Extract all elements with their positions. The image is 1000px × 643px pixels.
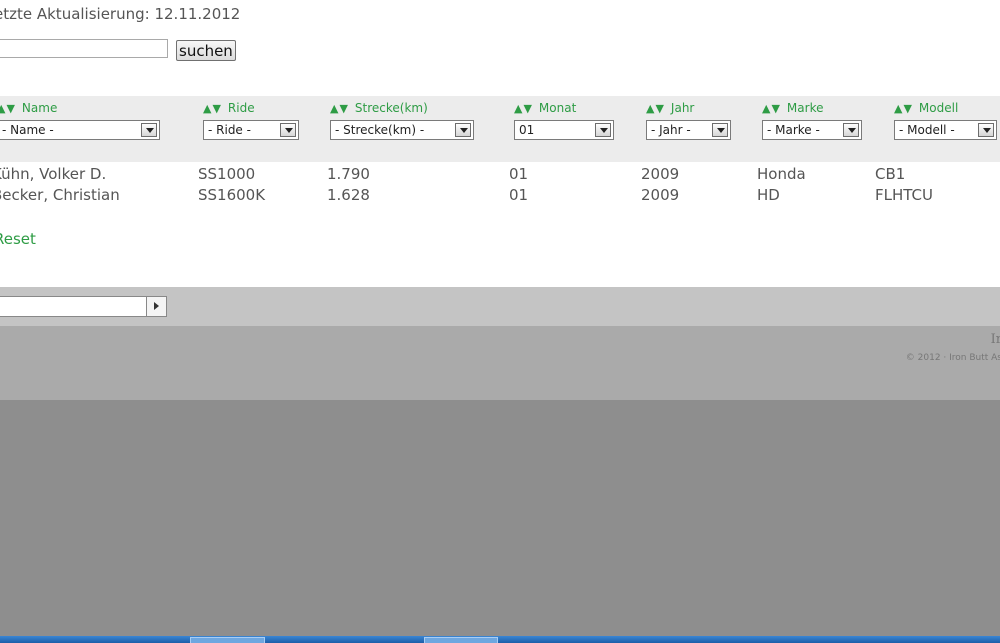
cell-strecke: 1.790 <box>327 165 370 183</box>
column-marke: ▲▼ Marke - Marke - <box>762 101 862 140</box>
chevron-down-icon[interactable] <box>141 123 157 137</box>
arrow-right-icon[interactable] <box>146 297 166 316</box>
sort-header-name[interactable]: ▲▼ Name <box>0 101 160 117</box>
taskbar-button[interactable] <box>190 637 265 643</box>
chevron-down-icon[interactable] <box>978 123 994 137</box>
cell-ride: SS1000 <box>198 165 256 183</box>
filter-select-jahr[interactable]: - Jahr - <box>646 120 731 140</box>
sort-header-modell[interactable]: ▲▼ Modell <box>894 101 997 117</box>
reset-link[interactable]: Reset <box>0 230 36 248</box>
filter-select-name[interactable]: - Name - <box>0 120 160 140</box>
filter-select-strecke[interactable]: - Strecke(km) - <box>330 120 474 140</box>
cell-name: Kühn, Volker D. <box>0 165 107 183</box>
search-button[interactable]: suchen <box>176 40 236 61</box>
last-update-text: etzte Aktualisierung: 12.11.2012 <box>0 5 241 23</box>
footer-copyright: © 2012 · Iron Butt As <box>905 353 1000 363</box>
filter-select-marke[interactable]: - Marke - <box>762 120 862 140</box>
column-name: ▲▼ Name - Name - <box>0 101 160 140</box>
sort-arrows-icon[interactable]: ▲▼ <box>646 102 665 115</box>
search-input[interactable] <box>0 39 168 58</box>
column-monat: ▲▼ Monat 01 <box>514 101 614 140</box>
page-background-lower <box>0 400 1000 636</box>
cell-monat: 01 <box>509 165 529 183</box>
cell-modell: FLHTCU <box>875 186 934 204</box>
sort-header-marke[interactable]: ▲▼ Marke <box>762 101 862 117</box>
filter-select-monat[interactable]: 01 <box>514 120 614 140</box>
sort-header-jahr[interactable]: ▲▼ Jahr <box>646 101 731 117</box>
sort-header-monat[interactable]: ▲▼ Monat <box>514 101 614 117</box>
cell-ride: SS1600K <box>198 186 266 204</box>
taskbar-button[interactable] <box>424 637 498 643</box>
sort-arrows-icon[interactable]: ▲▼ <box>762 102 781 115</box>
column-modell: ▲▼ Modell - Modell - <box>894 101 997 140</box>
sort-header-strecke[interactable]: ▲▼ Strecke(km) <box>330 101 474 117</box>
sort-arrows-icon[interactable]: ▲▼ <box>330 102 349 115</box>
sort-header-ride[interactable]: ▲▼ Ride <box>203 101 299 117</box>
chevron-down-icon[interactable] <box>280 123 296 137</box>
table-row: Kühn, Volker D. SS1000 1.790 01 2009 Hon… <box>0 165 1000 186</box>
sort-arrows-icon[interactable]: ▲▼ <box>0 102 16 115</box>
cell-marke: Honda <box>757 165 806 183</box>
cell-jahr: 2009 <box>641 186 680 204</box>
horizontal-scrollbar[interactable] <box>0 296 167 317</box>
footer-title: Ir <box>990 332 1000 347</box>
sort-arrows-icon[interactable]: ▲▼ <box>894 102 913 115</box>
chevron-down-icon[interactable] <box>712 123 728 137</box>
chevron-down-icon[interactable] <box>595 123 611 137</box>
cell-jahr: 2009 <box>641 165 680 183</box>
cell-name: Becker, Christian <box>0 186 120 204</box>
column-jahr: ▲▼ Jahr - Jahr - <box>646 101 731 140</box>
cell-strecke: 1.628 <box>327 186 370 204</box>
filter-select-modell[interactable]: - Modell - <box>894 120 997 140</box>
footer <box>0 326 1000 400</box>
chevron-down-icon[interactable] <box>455 123 471 137</box>
filter-select-ride[interactable]: - Ride - <box>203 120 299 140</box>
table-row: Becker, Christian SS1600K 1.628 01 2009 … <box>0 186 1000 207</box>
cell-marke: HD <box>757 186 780 204</box>
column-strecke: ▲▼ Strecke(km) - Strecke(km) - <box>330 101 474 140</box>
taskbar <box>0 636 1000 643</box>
sort-arrows-icon[interactable]: ▲▼ <box>203 102 222 115</box>
cell-monat: 01 <box>509 186 529 204</box>
chevron-down-icon[interactable] <box>843 123 859 137</box>
sort-arrows-icon[interactable]: ▲▼ <box>514 102 533 115</box>
cell-modell: CB1 <box>875 165 906 183</box>
column-ride: ▲▼ Ride - Ride - <box>203 101 299 140</box>
